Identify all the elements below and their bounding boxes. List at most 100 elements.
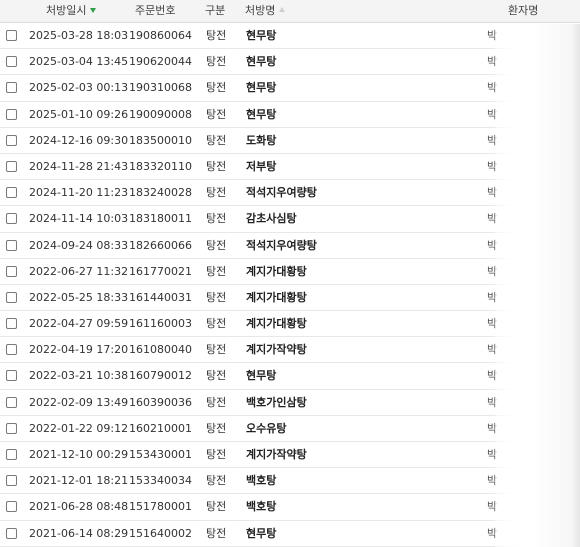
cell-date: 2021-12-01 18:21 xyxy=(29,474,129,488)
cell-prescription: 백호탕 xyxy=(246,500,277,514)
table-row[interactable]: 2024-11-20 11:23 183240028 탕전 적석지우여량탕 박 xyxy=(0,180,580,207)
cell-type: 탕전 xyxy=(206,500,227,514)
table-row[interactable]: 2021-12-01 18:21 153340034 탕전 백호탕 박 xyxy=(0,468,580,495)
row-checkbox[interactable] xyxy=(6,396,17,408)
cell-order-no: 183240028 xyxy=(129,186,192,200)
cell-order-no: 151640002 xyxy=(129,526,192,540)
row-checkbox[interactable] xyxy=(6,265,17,277)
table-row[interactable]: 2022-01-22 09:12 160210001 탕전 오수유탕 박 xyxy=(0,416,580,442)
cell-order-no: 153430001 xyxy=(129,448,192,461)
panel-edge xyxy=(572,24,580,547)
table-row[interactable]: 2025-03-04 13:45 190620044 탕전 현무탕 박 xyxy=(0,49,580,76)
row-checkbox[interactable] xyxy=(6,239,17,251)
row-checkbox[interactable] xyxy=(6,108,17,120)
table-row[interactable]: 2021-06-28 08:48 151780001 탕전 백호탕 박 xyxy=(0,494,580,521)
row-checkbox[interactable] xyxy=(6,527,17,539)
cell-type: 탕전 xyxy=(206,526,227,540)
cell-date: 2021-12-10 00:29 xyxy=(29,448,129,461)
table-row[interactable]: 2022-05-25 18:33 161440031 탕전 계지가대황탕 박 xyxy=(0,285,580,312)
cell-type: 탕전 xyxy=(206,395,227,409)
cell-order-no: 161160003 xyxy=(129,317,192,331)
cell-order-no: 161770021 xyxy=(129,264,192,278)
cell-type: 탕전 xyxy=(206,159,227,173)
sort-asc-icon xyxy=(279,7,286,12)
cell-date: 2021-06-28 08:48 xyxy=(29,500,129,514)
cell-prescription: 감초사심탕 xyxy=(246,212,297,226)
cell-date: 2022-05-25 18:33 xyxy=(29,290,129,304)
column-header-patient[interactable]: 환자명 xyxy=(508,0,538,23)
table-row[interactable]: 2025-01-10 09:26 190090008 탕전 현무탕 박 xyxy=(0,102,580,128)
row-checkbox[interactable] xyxy=(6,134,17,146)
cell-date: 2022-04-19 17:20 xyxy=(29,343,129,357)
table-row[interactable]: 2024-11-28 21:43 183320110 탕전 저부탕 박 xyxy=(0,154,580,181)
cell-prescription: 현무탕 xyxy=(246,107,277,121)
cell-type: 탕전 xyxy=(206,107,227,121)
cell-order-no: 161080040 xyxy=(129,343,192,357)
cell-prescription: 백호가인삼탕 xyxy=(246,395,307,409)
table-row[interactable]: 2022-04-27 09:59 161160003 탕전 계지가대황탕 박 xyxy=(0,311,580,338)
row-checkbox[interactable] xyxy=(6,344,17,356)
row-checkbox[interactable] xyxy=(6,187,17,199)
cell-order-no: 160390036 xyxy=(129,395,192,409)
cell-order-no: 151780001 xyxy=(129,500,192,514)
column-header-order-no[interactable]: 주문번호 xyxy=(135,0,175,23)
table-row[interactable]: 2021-06-14 08:29 151640002 탕전 현무탕 박 xyxy=(0,521,580,547)
cell-date: 2022-06-27 11:32 xyxy=(29,264,129,278)
column-header-date[interactable]: 처방일시 xyxy=(46,0,97,23)
row-checkbox[interactable] xyxy=(6,501,17,513)
table-row[interactable]: 2025-03-28 18:03 190860064 탕전 현무탕 박 xyxy=(0,23,580,50)
table-row[interactable]: 2024-11-14 10:03 183180011 탕전 감초사심탕 박 xyxy=(0,206,580,233)
cell-type: 탕전 xyxy=(206,264,227,278)
table-row[interactable]: 2024-12-16 09:30 183500010 탕전 도화탕 박 xyxy=(0,128,580,154)
row-checkbox[interactable] xyxy=(6,30,17,41)
cell-prescription: 현무탕 xyxy=(246,81,277,95)
row-checkbox[interactable] xyxy=(6,475,17,487)
row-checkbox[interactable] xyxy=(6,291,17,303)
cell-order-no: 190860064 xyxy=(129,29,192,42)
cell-prescription: 저부탕 xyxy=(246,159,277,173)
cell-type: 탕전 xyxy=(206,369,227,383)
cell-order-no: 183320110 xyxy=(129,159,192,173)
row-checkbox[interactable] xyxy=(6,318,17,330)
table-row[interactable]: 2024-09-24 08:33 182660066 탕전 적석지우여량탕 박 xyxy=(0,233,580,259)
cell-order-no: 183180011 xyxy=(129,212,192,226)
cell-order-no: 160790012 xyxy=(129,369,192,383)
table-row[interactable]: 2021-12-10 00:29 153430001 탕전 계지가작약탕 박 xyxy=(0,442,580,469)
cell-prescription: 현무탕 xyxy=(246,369,277,383)
column-header-prescription[interactable]: 처방명 xyxy=(245,0,286,23)
row-checkbox[interactable] xyxy=(6,213,17,225)
cell-type: 탕전 xyxy=(206,474,227,488)
table-row[interactable]: 2022-04-19 17:20 161080040 탕전 계지가작약탕 박 xyxy=(0,337,580,364)
row-checkbox[interactable] xyxy=(6,370,17,382)
cell-prescription: 계지가대황탕 xyxy=(246,317,307,331)
cell-type: 탕전 xyxy=(206,317,227,331)
row-checkbox[interactable] xyxy=(6,422,17,434)
cell-prescription: 백호탕 xyxy=(246,474,277,488)
row-checkbox[interactable] xyxy=(6,56,17,68)
table-row[interactable]: 2022-06-27 11:32 161770021 탕전 계지가대황탕 박 xyxy=(0,259,580,285)
cell-order-no: 153340034 xyxy=(129,474,192,488)
row-checkbox[interactable] xyxy=(6,449,17,460)
table-row[interactable]: 2022-03-21 10:38 160790012 탕전 현무탕 박 xyxy=(0,363,580,390)
cell-type: 탕전 xyxy=(206,238,227,252)
cell-prescription: 도화탕 xyxy=(246,133,277,147)
sort-desc-icon xyxy=(90,8,97,13)
table-header: 처방일시 주문번호 구분 처방명 환자명 xyxy=(0,0,580,23)
cell-date: 2025-03-28 18:03 xyxy=(29,29,129,42)
cell-prescription: 계지가대황탕 xyxy=(246,290,307,304)
row-checkbox[interactable] xyxy=(6,160,17,172)
cell-prescription: 적석지우여량탕 xyxy=(246,238,317,252)
cell-type: 탕전 xyxy=(206,421,227,435)
cell-date: 2024-11-14 10:03 xyxy=(29,212,129,226)
table-row[interactable]: 2022-02-09 13:49 160390036 탕전 백호가인삼탕 박 xyxy=(0,390,580,416)
cell-date: 2024-12-16 09:30 xyxy=(29,133,129,147)
column-header-type[interactable]: 구분 xyxy=(205,0,225,23)
table-row[interactable]: 2025-02-03 00:13 190310068 탕전 현무탕 박 xyxy=(0,75,580,102)
cell-order-no: 190620044 xyxy=(129,55,192,69)
cell-order-no: 182660066 xyxy=(129,238,192,252)
row-checkbox[interactable] xyxy=(6,82,17,94)
cell-prescription: 현무탕 xyxy=(246,526,277,540)
cell-order-no: 160210001 xyxy=(129,421,192,435)
column-header-prescription-label: 처방명 xyxy=(245,4,276,17)
cell-type: 탕전 xyxy=(206,29,227,42)
